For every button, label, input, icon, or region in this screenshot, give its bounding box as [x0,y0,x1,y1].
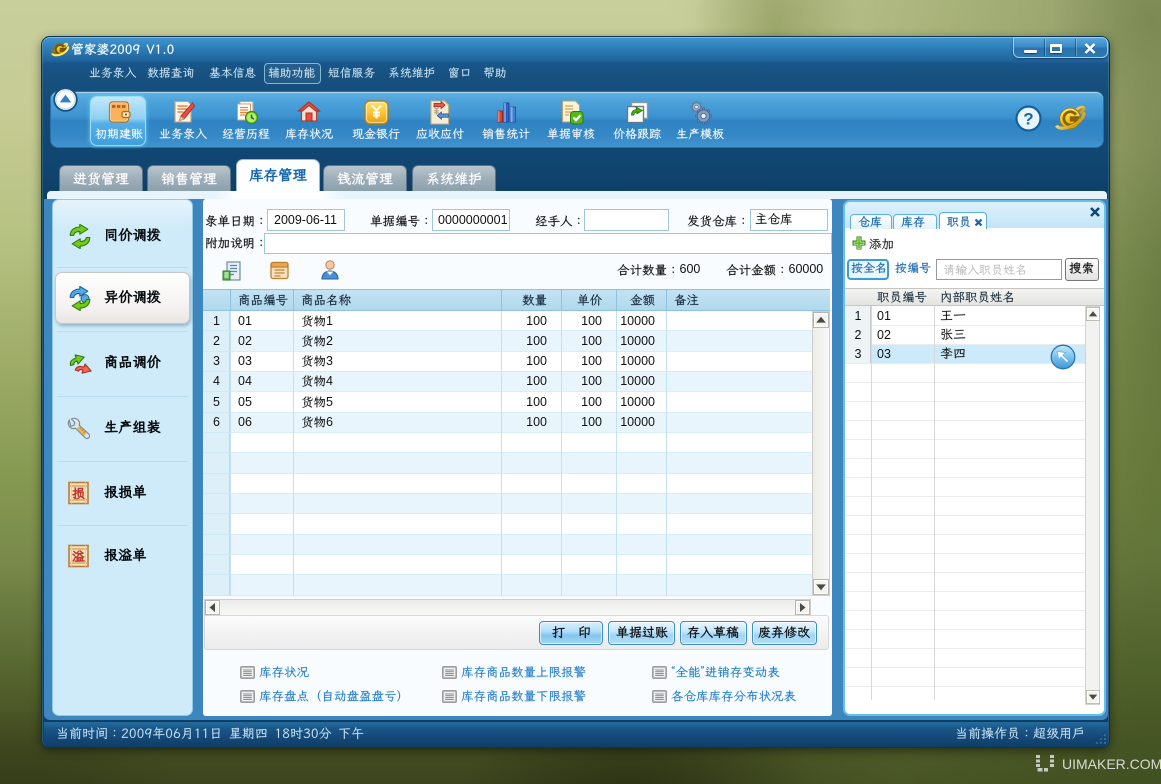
svg-text:?: ? [1023,110,1033,129]
